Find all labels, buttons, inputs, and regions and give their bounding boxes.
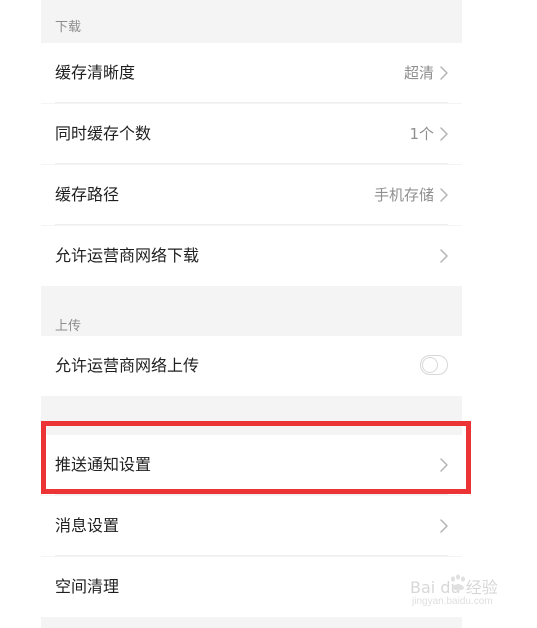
row-title-allow-carrier-upload: 允许运营商网络上传 [55, 356, 200, 375]
row-value-cache-path: 手机存储 [373, 186, 434, 204]
section-label-download: 下载 [55, 20, 82, 35]
row-title-cache-path: 缓存路径 [55, 185, 120, 204]
row-concurrent-cache-count[interactable]: 同时缓存个数 1个 [41, 104, 462, 164]
row-divider [55, 163, 448, 164]
settings-panel: 下载 缓存清晰度 超清 同时缓存个数 1个 缓存路径 手机存储 允许运营商网络下… [41, 0, 462, 628]
row-title-storage-cleanup: 空间清理 [55, 577, 120, 596]
row-divider [55, 102, 448, 103]
row-title-push-notification-settings: 推送通知设置 [55, 455, 152, 474]
row-divider [55, 494, 448, 495]
chevron-right-icon [440, 127, 448, 141]
row-message-settings[interactable]: 消息设置 [41, 496, 462, 556]
row-title-concurrent-cache-count: 同时缓存个数 [55, 124, 152, 143]
row-title-cache-quality: 缓存清晰度 [55, 63, 136, 82]
chevron-right-icon [440, 458, 448, 472]
row-push-notification-settings[interactable]: 推送通知设置 [41, 435, 462, 495]
row-divider [55, 555, 448, 556]
row-value-cache-quality: 超清 [403, 64, 434, 82]
row-allow-carrier-download[interactable]: 允许运营商网络下载 [41, 226, 462, 286]
chevron-right-icon [440, 519, 448, 533]
row-divider [55, 224, 448, 225]
carrier-upload-toggle[interactable] [420, 355, 448, 375]
row-value-concurrent-cache-count: 1个 [409, 125, 434, 143]
chevron-right-icon [440, 188, 448, 202]
row-storage-cleanup[interactable]: 空间清理 [41, 557, 462, 617]
toggle-knob [422, 357, 438, 373]
row-allow-carrier-upload: 允许运营商网络上传 [41, 336, 462, 396]
row-cache-path[interactable]: 缓存路径 手机存储 [41, 165, 462, 225]
section-label-upload: 上传 [55, 319, 82, 334]
row-title-allow-carrier-download: 允许运营商网络下载 [55, 246, 200, 265]
chevron-right-icon [440, 249, 448, 263]
chevron-right-icon [440, 66, 448, 80]
row-title-message-settings: 消息设置 [55, 516, 120, 535]
row-cache-quality[interactable]: 缓存清晰度 超清 [41, 43, 462, 103]
